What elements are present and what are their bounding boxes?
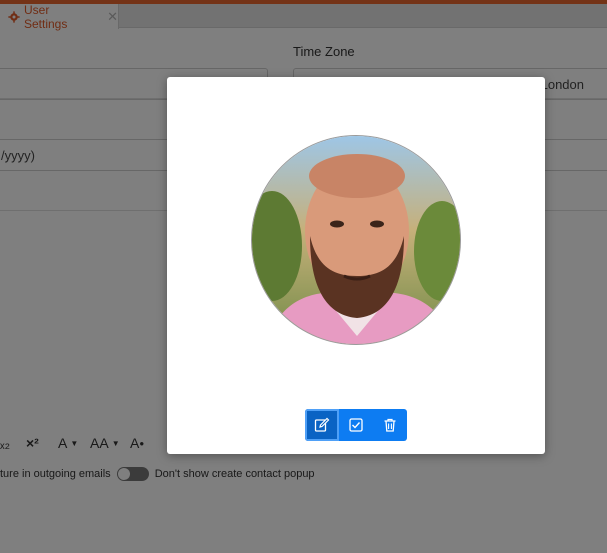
photo-actions-group <box>305 409 407 441</box>
edit-icon <box>314 417 330 432</box>
delete-photo-button[interactable] <box>373 409 407 441</box>
profile-photo-modal <box>167 77 545 454</box>
trash-icon <box>384 418 396 432</box>
check-square-icon <box>349 418 363 432</box>
profile-photo <box>251 135 461 345</box>
profile-photo-image <box>252 136 460 344</box>
confirm-photo-button[interactable] <box>339 409 373 441</box>
edit-photo-button[interactable] <box>305 409 339 441</box>
